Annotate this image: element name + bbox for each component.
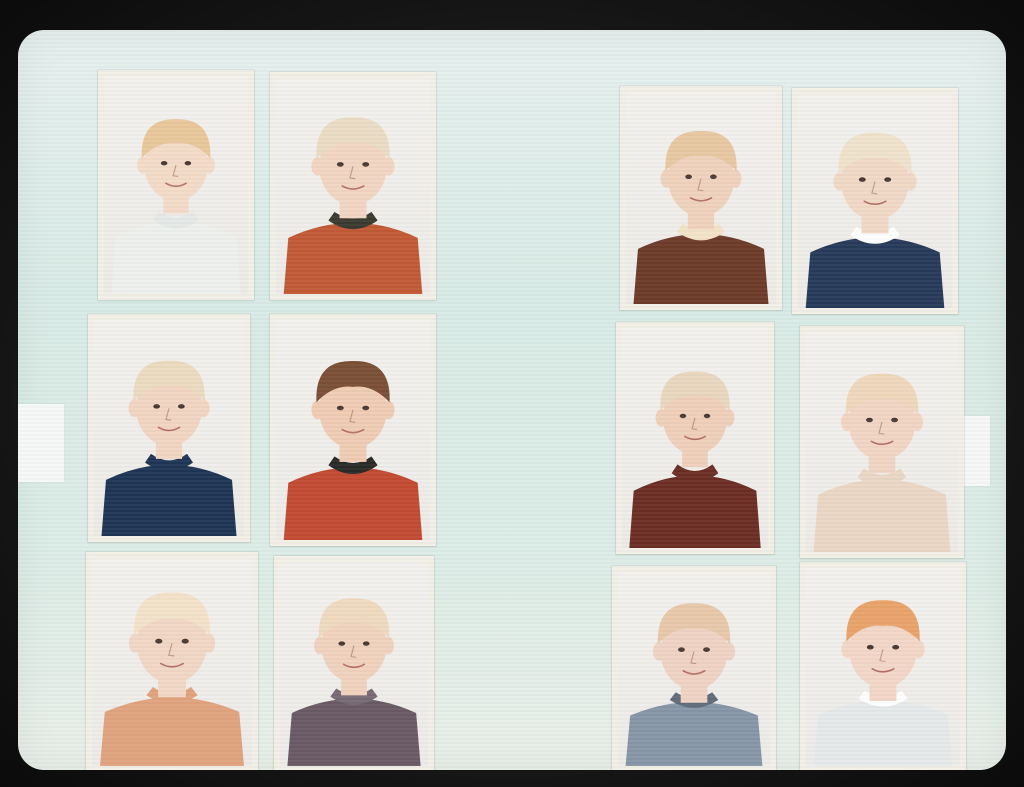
child-portrait <box>813 600 953 766</box>
eye <box>336 405 344 411</box>
child-portrait <box>283 360 423 540</box>
eye <box>153 404 160 409</box>
eye <box>710 174 717 180</box>
eye <box>338 641 346 646</box>
child-portrait <box>287 598 421 766</box>
shirt <box>625 701 763 766</box>
eye <box>866 417 873 423</box>
eye <box>181 638 189 644</box>
shirt <box>283 222 423 294</box>
portrait-photo <box>800 562 966 770</box>
child-portrait <box>101 360 237 536</box>
eye <box>703 647 710 652</box>
portrait-photo <box>800 326 964 558</box>
eye <box>155 638 163 644</box>
child-portrait <box>805 132 945 308</box>
album-page <box>18 30 1006 770</box>
eye <box>703 413 711 419</box>
shirt <box>100 697 244 766</box>
child-portrait <box>100 592 244 766</box>
eye <box>858 177 866 182</box>
shirt <box>111 222 241 294</box>
child-portrait <box>629 371 761 548</box>
page-tab-left <box>18 404 64 482</box>
portrait-photo <box>270 72 436 300</box>
child-portrait <box>283 117 423 294</box>
child-portrait <box>813 373 951 552</box>
portrait-photo <box>616 322 774 554</box>
portrait-photo <box>792 88 958 314</box>
photo-frame <box>0 0 1024 787</box>
eye <box>184 161 192 166</box>
shirt <box>629 475 761 548</box>
eye <box>336 162 344 167</box>
eye <box>891 417 898 423</box>
shirt <box>101 464 237 536</box>
eye <box>362 162 370 167</box>
portrait-photo <box>98 70 254 300</box>
eye <box>178 404 185 409</box>
shirt <box>633 234 769 304</box>
portrait-photo <box>612 566 776 770</box>
shirt <box>813 700 953 766</box>
child-portrait <box>625 603 763 766</box>
eye <box>362 405 370 411</box>
eye <box>160 161 168 166</box>
shirt <box>805 237 945 308</box>
portrait-photo <box>620 86 782 310</box>
eye <box>884 177 892 182</box>
portrait-photo <box>88 314 250 542</box>
shirt <box>283 467 423 540</box>
shirt <box>813 479 951 552</box>
child-portrait <box>633 131 769 304</box>
shirt <box>287 698 421 766</box>
eye <box>679 413 687 419</box>
portrait-photo <box>86 552 258 770</box>
eye <box>866 644 874 650</box>
eye <box>685 174 692 180</box>
eye <box>362 641 370 646</box>
portrait-photo <box>270 314 436 546</box>
portrait-photo <box>274 556 434 770</box>
eye <box>678 647 685 652</box>
eye <box>892 644 900 650</box>
child-portrait <box>111 119 241 294</box>
